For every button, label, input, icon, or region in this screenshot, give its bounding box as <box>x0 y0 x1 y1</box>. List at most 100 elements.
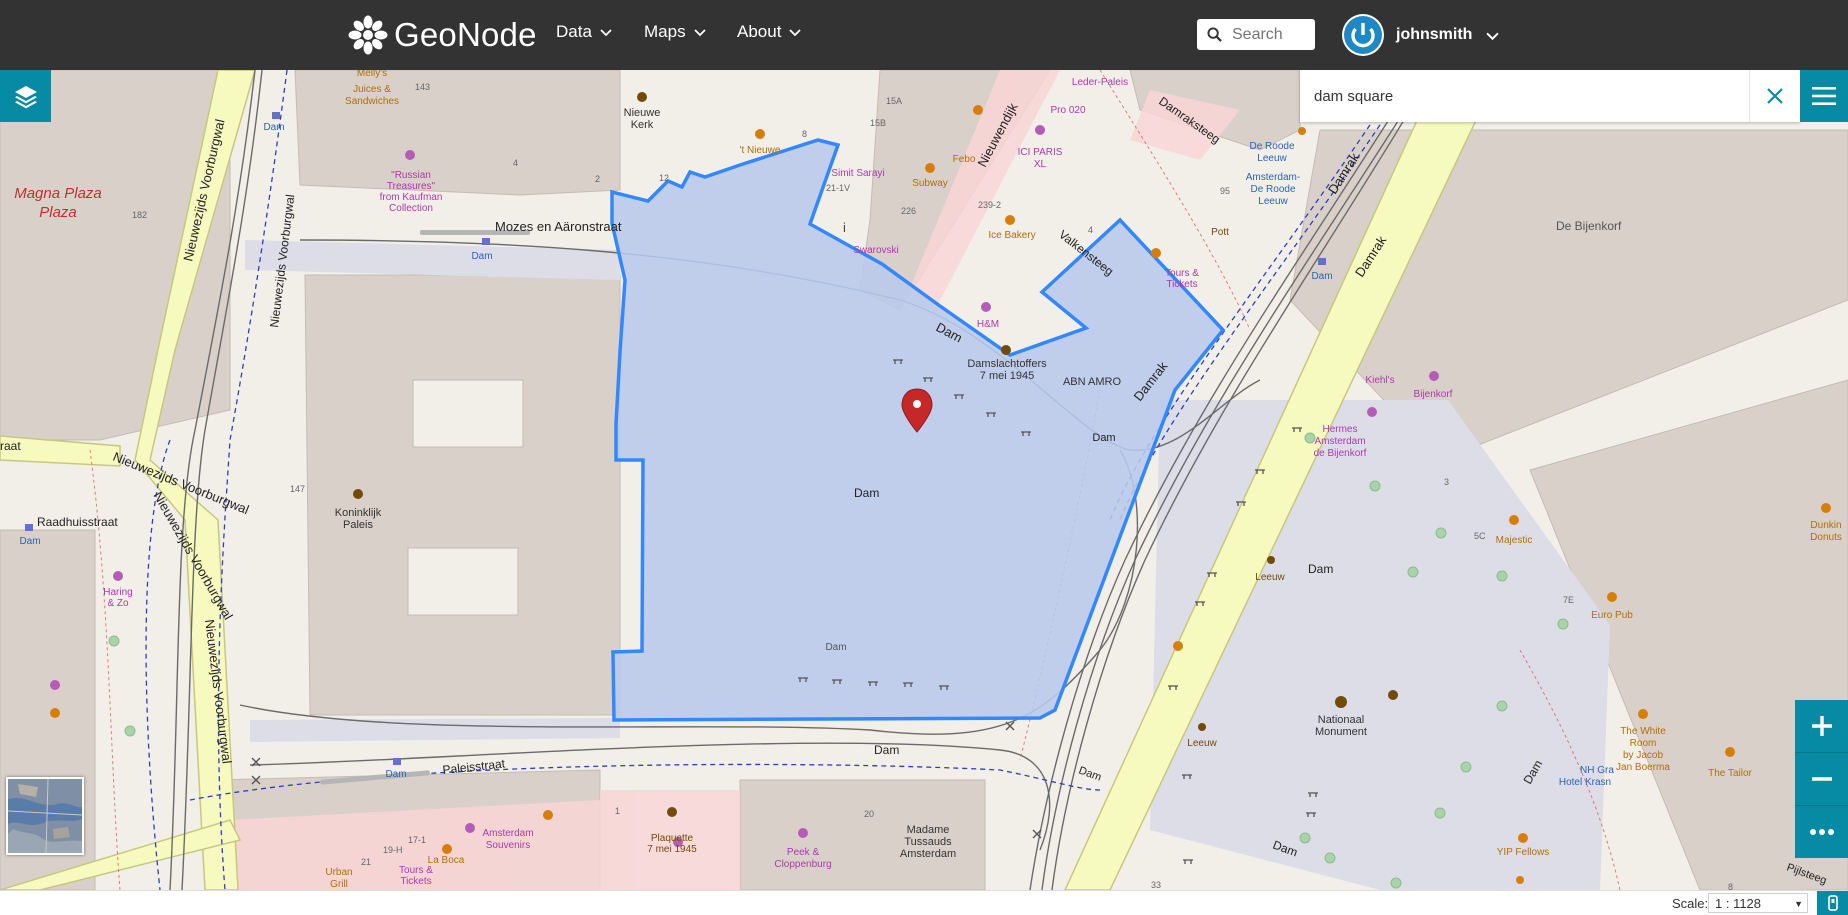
svg-text:Pott: Pott <box>1211 227 1229 238</box>
svg-text:ICI PARIS: ICI PARIS <box>1018 147 1063 158</box>
search-icon <box>1207 27 1222 42</box>
svg-text:143: 143 <box>415 82 430 92</box>
scale-value: 1 : 1128 <box>1715 895 1762 911</box>
navbar-search-input[interactable] <box>1230 24 1314 45</box>
svg-text:De Roode: De Roode <box>1249 141 1294 152</box>
svg-text:7 mei 1945: 7 mei 1945 <box>980 370 1034 382</box>
svg-text:Kerk: Kerk <box>631 119 654 131</box>
svg-text:Tickets: Tickets <box>400 876 431 887</box>
scale-select[interactable]: 1 : 1128 ▼ <box>1708 893 1808 913</box>
nav-about[interactable]: About <box>737 22 802 42</box>
map-label-magna-plaza: Magna Plaza <box>14 185 102 202</box>
svg-text:2: 2 <box>595 174 600 184</box>
svg-text:15A: 15A <box>886 96 902 106</box>
svg-text:The White: The White <box>1620 726 1666 737</box>
svg-text:3: 3 <box>1444 477 1449 487</box>
map-canvas[interactable]: Magna Plaza Plaza Mozes en Aäronstraat D… <box>0 70 1848 890</box>
user-menu[interactable]: johnsmith <box>1342 14 1500 56</box>
svg-text:Plaquette: Plaquette <box>651 833 694 844</box>
svg-text:Nationaal: Nationaal <box>1318 714 1364 726</box>
svg-text:Room: Room <box>1630 738 1657 749</box>
map-search-input[interactable] <box>1312 86 1749 106</box>
svg-text:Dam: Dam <box>825 642 846 653</box>
close-icon <box>1767 88 1783 104</box>
svg-text:Dam: Dam <box>1092 432 1115 444</box>
svg-text:Collection: Collection <box>389 203 433 214</box>
svg-text:147: 147 <box>290 484 305 494</box>
svg-text:H&M: H&M <box>977 319 999 330</box>
brand-name: GeoNode <box>394 16 537 53</box>
svg-text:Febo: Febo <box>953 154 976 165</box>
svg-text:Leeuw: Leeuw <box>1258 196 1288 207</box>
svg-text:Swarovski: Swarovski <box>853 245 899 256</box>
svg-text:Kiehl's: Kiehl's <box>1365 375 1394 386</box>
navbar-search[interactable] <box>1197 19 1315 50</box>
svg-text:Subway: Subway <box>912 178 948 189</box>
footer-toggle-button[interactable] <box>1817 891 1848 915</box>
svg-text:Leder-Paleis: Leder-Paleis <box>1072 77 1128 88</box>
svg-text:Dam: Dam <box>1311 271 1332 282</box>
more-options-button[interactable] <box>1795 806 1848 858</box>
svg-text:Leeuw: Leeuw <box>1187 738 1217 749</box>
main-menu-button[interactable] <box>1800 70 1848 122</box>
svg-text:Ice Bakery: Ice Bakery <box>988 230 1035 241</box>
clear-search-button[interactable] <box>1749 70 1800 122</box>
layers-icon <box>14 86 37 109</box>
svg-text:Amsterdam: Amsterdam <box>1314 436 1365 447</box>
svg-text:Majestic: Majestic <box>1496 535 1533 546</box>
nav-data[interactable]: Data <box>556 22 612 42</box>
svg-text:Dam: Dam <box>263 122 284 133</box>
plus-icon <box>1811 716 1832 736</box>
svg-text:Grill: Grill <box>330 879 348 890</box>
minus-icon <box>1811 777 1832 781</box>
svg-text:8: 8 <box>802 129 807 139</box>
svg-text:Simit Sarayi: Simit Sarayi <box>831 168 884 179</box>
svg-text:NH Gra: NH Gra <box>1580 765 1614 776</box>
map-label-raadhuisstraat: Raadhuisstraat <box>37 515 118 529</box>
svg-text:raat: raat <box>0 439 21 453</box>
svg-text:7 mei 1945: 7 mei 1945 <box>647 844 697 855</box>
zoom-in-button[interactable] <box>1795 700 1848 753</box>
geonode-logo[interactable]: GeoNode <box>348 10 537 60</box>
svg-text:33: 33 <box>1151 880 1161 890</box>
nav-maps-label: Maps <box>644 22 686 41</box>
svg-text:The Tailor: The Tailor <box>1708 768 1752 779</box>
scale-label: Scale: <box>1672 896 1709 911</box>
svg-text:Damslachtoffers: Damslachtoffers <box>967 358 1047 370</box>
svg-text:by Jacob: by Jacob <box>1623 750 1663 761</box>
svg-text:Dunkin: Dunkin <box>1810 520 1841 531</box>
chevron-down-icon <box>789 29 802 37</box>
svg-text:Leeuw: Leeuw <box>1255 572 1285 583</box>
satellite-thumbnail-icon <box>8 779 82 853</box>
svg-text:Dam: Dam <box>471 251 492 262</box>
nav-maps[interactable]: Maps <box>644 22 706 42</box>
svg-text:21: 21 <box>361 857 371 867</box>
top-navbar: GeoNode Data Maps About johnsmith <box>0 0 1848 70</box>
svg-text:226: 226 <box>901 206 916 216</box>
svg-text:Jan Boerma: Jan Boerma <box>1616 762 1670 773</box>
layers-button[interactable] <box>0 70 51 122</box>
zoom-out-button[interactable] <box>1795 753 1848 806</box>
svg-text:Amsterdam: Amsterdam <box>900 848 956 860</box>
hamburger-icon <box>1812 87 1836 105</box>
svg-text:20: 20 <box>864 809 874 819</box>
svg-text:Leeuw: Leeuw <box>1257 153 1287 164</box>
svg-text:7E: 7E <box>1563 595 1574 605</box>
svg-text:4: 4 <box>1088 225 1093 235</box>
map-label-dam-east: Dam <box>1308 562 1333 576</box>
chevron-down-icon <box>693 29 706 37</box>
background-switcher-thumbnail[interactable] <box>6 777 84 855</box>
map-label-dam-square: Dam <box>854 486 879 500</box>
map-search-panel <box>1300 70 1800 122</box>
svg-text:Bijenkorf: Bijenkorf <box>1414 389 1453 400</box>
nav-about-label: About <box>737 22 782 41</box>
username: johnsmith <box>1396 26 1473 43</box>
power-avatar-icon <box>1344 16 1382 54</box>
svg-text:Treasures": Treasures" <box>387 181 436 192</box>
svg-text:8: 8 <box>1728 882 1733 890</box>
svg-text:YIP Fellows: YIP Fellows <box>1497 847 1550 858</box>
svg-text:De Roode: De Roode <box>1250 184 1295 195</box>
svg-text:5C: 5C <box>1474 531 1486 541</box>
svg-text:17-1: 17-1 <box>408 835 426 845</box>
caret-down-icon: ▼ <box>1794 899 1803 909</box>
